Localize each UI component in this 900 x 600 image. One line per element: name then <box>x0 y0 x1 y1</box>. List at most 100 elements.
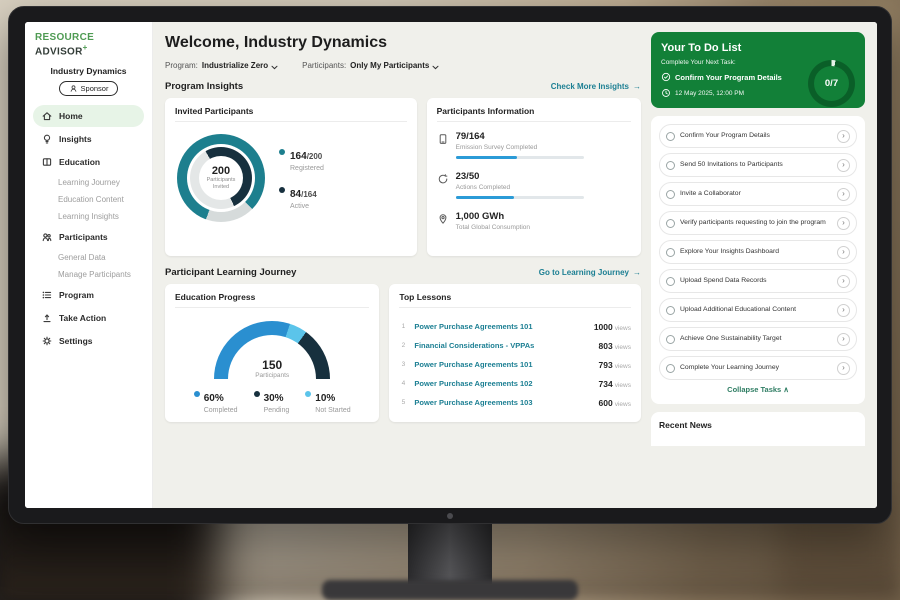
lesson-link[interactable]: Power Purchase Agreements 102 <box>414 379 591 388</box>
program-filter-dropdown[interactable]: Industrialize Zero <box>202 61 278 70</box>
lesson-link[interactable]: Power Purchase Agreements 101 <box>414 322 586 331</box>
section-title: Participant Learning Journey <box>165 267 296 278</box>
lesson-link[interactable]: Power Purchase Agreements 101 <box>414 360 591 369</box>
legend-value: 30% <box>264 393 284 404</box>
task-checkbox[interactable] <box>666 335 675 344</box>
logo-text-secondary: ADVISOR <box>35 46 83 57</box>
lesson-link[interactable]: Financial Considerations - VPPAs <box>414 341 591 350</box>
go-to-learning-journey-link[interactable]: Go to Learning Journey → <box>539 268 641 277</box>
card-title: Education Progress <box>175 292 369 308</box>
donut-center-value: 200 <box>212 165 230 177</box>
legend-dot <box>305 391 311 397</box>
chevron-right-icon: › <box>842 219 845 227</box>
task-open-button[interactable]: › <box>837 333 850 346</box>
legend-label: Not Started <box>315 407 350 414</box>
task-checkbox[interactable] <box>666 219 675 228</box>
gauge-center-value: 150 <box>214 358 330 372</box>
sidebar-item-program[interactable]: Program <box>33 284 144 306</box>
sidebar-item-settings[interactable]: Settings <box>33 330 144 352</box>
views-suffix: views <box>615 382 631 389</box>
lesson-row: 2 Financial Considerations - VPPAs 803vi… <box>399 336 631 355</box>
task-checkbox[interactable] <box>666 277 675 286</box>
recent-news-title: Recent News <box>659 420 857 430</box>
program-insights-cards: Invited Participants 200 Participants In… <box>165 98 641 256</box>
task-open-button[interactable]: › <box>837 246 850 259</box>
legend-item-not-started: 10% Not Started <box>305 388 350 414</box>
gauge-legend: 60% Completed 30% Pending <box>194 388 351 414</box>
todo-task-row[interactable]: Upload Spend Data Records › <box>659 269 857 293</box>
lesson-row: 4 Power Purchase Agreements 102 734views <box>399 374 631 393</box>
todo-task-row[interactable]: Invite a Collaborator › <box>659 182 857 206</box>
task-checkbox[interactable] <box>666 161 675 170</box>
sidebar-item-education[interactable]: Education <box>33 151 144 173</box>
lesson-row: 5 Power Purchase Agreements 103 600views <box>399 393 631 412</box>
sidebar-item-education-content[interactable]: Education Content <box>33 191 144 208</box>
task-checkbox[interactable] <box>666 306 675 315</box>
account-name: Industry Dynamics <box>33 66 144 76</box>
task-checkbox[interactable] <box>666 190 675 199</box>
lesson-views: 1000 <box>594 322 613 332</box>
todo-task-row[interactable]: Confirm Your Program Details › <box>659 124 857 148</box>
sidebar-item-participants[interactable]: Participants <box>33 226 144 248</box>
lesson-row: 3 Power Purchase Agreements 101 793views <box>399 355 631 374</box>
todo-task-row[interactable]: Send 50 Invitations to Participants › <box>659 153 857 177</box>
education-progress-card: Education Progress 150 Participants <box>165 284 379 422</box>
lesson-row: 1 Power Purchase Agreements 101 1000view… <box>399 317 631 336</box>
chevron-right-icon: › <box>842 248 845 256</box>
arrow-right-icon: → <box>633 82 641 91</box>
task-checkbox[interactable] <box>666 132 675 141</box>
insights-icon <box>41 133 53 145</box>
todo-task-row[interactable]: Upload Additional Educational Content › <box>659 298 857 322</box>
lesson-views: 734 <box>599 379 613 389</box>
task-label: Achieve One Sustainability Target <box>680 335 832 344</box>
task-open-button[interactable]: › <box>837 304 850 317</box>
learning-journey-cards: Education Progress 150 Participants <box>165 284 641 422</box>
refresh-icon <box>437 172 449 184</box>
todo-progress-value: 0/7 <box>814 66 849 101</box>
metric-value: 23/50 <box>456 171 584 182</box>
task-label: Verify participants requesting to join t… <box>680 219 832 228</box>
sidebar-item-label: Insights <box>59 134 92 144</box>
task-checkbox[interactable] <box>666 364 675 373</box>
invited-participants-donut-chart: 200 Participants Invited <box>177 134 265 222</box>
logo-plus: + <box>83 43 88 52</box>
task-label: Invite a Collaborator <box>680 190 832 199</box>
program-insights-header: Program Insights Check More Insights → <box>165 81 641 92</box>
sidebar-item-home[interactable]: Home <box>33 105 144 127</box>
card-title: Participants Information <box>437 106 631 122</box>
chevron-right-icon: › <box>842 190 845 198</box>
lesson-link[interactable]: Power Purchase Agreements 103 <box>414 398 591 407</box>
task-open-button[interactable]: › <box>837 188 850 201</box>
main-content: Welcome, Industry Dynamics Program: Indu… <box>153 22 877 508</box>
todo-task-row[interactable]: Verify participants requesting to join t… <box>659 211 857 235</box>
task-open-button[interactable]: › <box>837 275 850 288</box>
sponsor-badge[interactable]: Sponsor <box>59 81 119 96</box>
lesson-views: 803 <box>599 341 613 351</box>
todo-task-row[interactable]: Explore Your Insights Dashboard › <box>659 240 857 264</box>
sidebar-item-learning-insights[interactable]: Learning Insights <box>33 208 144 225</box>
task-open-button[interactable]: › <box>837 159 850 172</box>
collapse-tasks-link[interactable]: Collapse Tasks ∧ <box>659 385 857 394</box>
legend-item-registered: 164/200 Registered <box>279 146 324 172</box>
todo-task-row[interactable]: Achieve One Sustainability Target › <box>659 327 857 351</box>
task-open-button[interactable]: › <box>837 362 850 375</box>
program-filter-value: Industrialize Zero <box>202 61 268 70</box>
chevron-down-icon <box>271 63 278 68</box>
participants-filter-dropdown[interactable]: Only My Participants <box>350 61 439 70</box>
participants-information-card: Participants Information 79/164 Emission… <box>427 98 641 256</box>
check-more-insights-link[interactable]: Check More Insights → <box>551 82 641 91</box>
sidebar-item-manage-participants[interactable]: Manage Participants <box>33 266 144 283</box>
task-open-button[interactable]: › <box>837 217 850 230</box>
link-label: Check More Insights <box>551 82 629 91</box>
task-checkbox[interactable] <box>666 248 675 257</box>
metric-label: Total Global Consumption <box>456 224 530 231</box>
sidebar-item-take-action[interactable]: Take Action <box>33 307 144 329</box>
progress-bar <box>456 156 584 159</box>
participants-filter-label: Participants: <box>302 61 346 70</box>
sidebar-item-label: Participants <box>59 232 108 242</box>
sidebar-item-general-data[interactable]: General Data <box>33 249 144 266</box>
task-open-button[interactable]: › <box>837 130 850 143</box>
todo-task-row[interactable]: Complete Your Learning Journey › <box>659 356 857 380</box>
sidebar-item-insights[interactable]: Insights <box>33 128 144 150</box>
sidebar-item-learning-journey[interactable]: Learning Journey <box>33 174 144 191</box>
